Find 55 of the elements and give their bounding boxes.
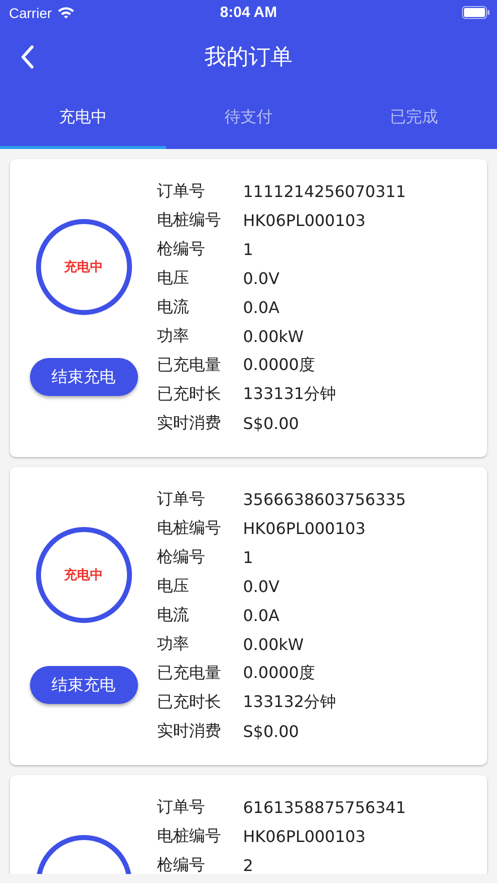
field-label: 枪编号: [157, 855, 206, 874]
field-label: 电桩编号: [157, 518, 222, 539]
field-value: 0.0A: [243, 606, 280, 625]
charging-status: 充电中: [64, 258, 103, 276]
field-label: 订单号: [157, 797, 206, 818]
stop-charging-button[interactable]: 结束充电: [30, 666, 138, 704]
field-label: 已充电量: [157, 663, 222, 684]
field-label: 电桩编号: [157, 210, 222, 231]
field-value: 133132分钟: [243, 692, 336, 713]
field-value: 0.0000度: [243, 355, 315, 376]
charging-status: 充电中: [64, 566, 103, 584]
field-value: 0.00kW: [243, 635, 304, 654]
field-value: 133131分钟: [243, 384, 336, 405]
field-value: 1111214256070311: [243, 182, 406, 201]
field-value: 0.0000度: [243, 663, 315, 684]
field-label: 已充时长: [157, 692, 222, 713]
order-tab[interactable]: 充电中: [0, 89, 166, 149]
wifi-icon: [56, 6, 75, 19]
carrier-name: Carrier: [9, 4, 52, 20]
field-value: 0.0V: [243, 577, 280, 596]
field-label: 已充电量: [157, 355, 222, 376]
status-time: 8:04 AM: [220, 4, 277, 21]
field-value: HK06PL000103: [243, 211, 366, 230]
field-value: 0.00kW: [243, 327, 304, 346]
field-value: 1: [243, 240, 254, 259]
field-label: 实时消费: [157, 413, 222, 434]
field-label: 功率: [157, 634, 190, 655]
field-value: 1: [243, 548, 254, 567]
order-tab[interactable]: 待支付: [166, 89, 332, 149]
field-label: 电压: [157, 576, 190, 597]
field-value: 2: [243, 856, 254, 874]
field-label: 订单号: [157, 489, 206, 510]
field-label: 实时消费: [157, 721, 222, 742]
field-value: 0.0A: [243, 298, 280, 317]
field-label: 订单号: [157, 181, 206, 202]
field-value: 6161358875756341: [243, 798, 406, 817]
field-label: 已充时长: [157, 384, 222, 405]
stop-charging-button[interactable]: 结束充电: [30, 358, 138, 396]
field-label: 电压: [157, 268, 190, 289]
field-value: HK06PL000103: [243, 827, 366, 846]
field-label: 功率: [157, 326, 190, 347]
field-label: 枪编号: [157, 239, 206, 260]
field-label: 电桩编号: [157, 826, 222, 847]
back-icon[interactable]: [20, 45, 34, 69]
field-label: 电流: [157, 297, 190, 318]
field-value: HK06PL000103: [243, 519, 366, 538]
field-value: S$0.00: [243, 722, 299, 741]
field-label: 枪编号: [157, 547, 206, 568]
page-title: 我的订单: [204, 44, 292, 72]
field-value: S$0.00: [243, 414, 299, 433]
battery-icon: [462, 6, 490, 19]
field-value: 0.0V: [243, 269, 280, 288]
field-label: 电流: [157, 605, 190, 626]
field-value: 3566638603756335: [243, 490, 406, 509]
order-tab[interactable]: 已完成: [331, 89, 497, 149]
